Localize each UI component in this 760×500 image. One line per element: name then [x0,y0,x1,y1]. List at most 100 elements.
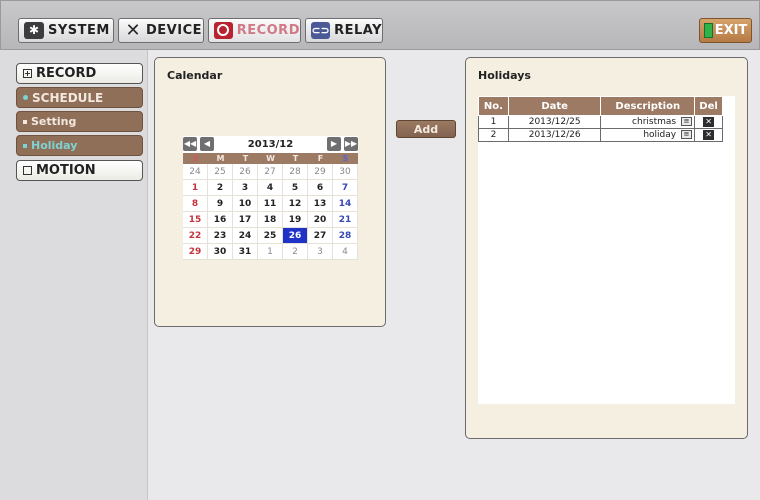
weekday-header: T [283,153,308,164]
calendar-day[interactable]: 30 [333,164,358,180]
holidays-table: No. Date Description Del 1 2013/12/25 ch… [478,96,723,142]
calendar-day[interactable]: 15 [183,212,208,228]
table-row[interactable]: 2 2013/12/26 holiday ≡ ✕ [478,128,723,142]
tab-system[interactable]: ✱ SYSTEM [18,18,114,43]
sidebar-item-holiday-label: Holiday [31,139,78,152]
calendar-header: ◀◀ ◀ 2013/12 ▶ ▶▶ [183,136,358,153]
sidebar-item-record[interactable]: + RECORD [16,63,143,84]
add-button[interactable]: Add [396,120,456,138]
calendar-widget: ◀◀ ◀ 2013/12 ▶ ▶▶ S M T W T F S 24 25 26 27 28 29 30 1… [183,136,358,260]
tab-relay-label: RELAY [334,23,382,38]
table-row[interactable]: 1 2013/12/25 christmas ≡ ✕ [478,115,723,129]
calendar-day[interactable]: 26 [233,164,258,180]
expand-icon: + [23,69,32,78]
calendar-day[interactable]: 29 [308,164,333,180]
next-month-icon[interactable]: ▶ [327,137,341,151]
row-description-cell[interactable]: christmas ≡ [600,115,696,129]
bullet-icon [23,143,27,148]
calendar-day[interactable]: 24 [233,228,258,244]
calendar-day[interactable]: 20 [308,212,333,228]
calendar-day[interactable]: 13 [308,196,333,212]
edit-icon[interactable]: ≡ [681,130,693,139]
calendar-day[interactable]: 22 [183,228,208,244]
delete-icon[interactable]: ✕ [703,130,715,140]
col-header-del: Del [694,96,723,116]
calendar-day[interactable]: 26 [283,228,308,244]
calendar-day[interactable]: 2 [283,244,308,260]
weekday-header: M [208,153,233,164]
calendar-day[interactable]: 14 [333,196,358,212]
calendar-day[interactable]: 29 [183,244,208,260]
calendar-day[interactable]: 28 [333,228,358,244]
holidays-panel: Holidays No. Date Description Del 1 2013… [465,57,748,439]
delete-icon[interactable]: ✕ [703,117,715,127]
holidays-title: Holidays [478,69,531,82]
calendar-day[interactable]: 7 [333,180,358,196]
tab-device-label: DEVICE [146,23,202,38]
calendar-day[interactable]: 24 [183,164,208,180]
sidebar-item-setting[interactable]: Setting [16,111,143,132]
calendar-day[interactable]: 19 [283,212,308,228]
sidebar-item-schedule[interactable]: SCHEDULE [16,87,143,108]
row-description: christmas [632,117,677,127]
calendar-day[interactable]: 11 [258,196,283,212]
bullet-icon [23,95,28,100]
calendar-day[interactable]: 9 [208,196,233,212]
row-del-cell[interactable]: ✕ [694,115,723,129]
calendar-day[interactable]: 28 [283,164,308,180]
calendar-day[interactable]: 27 [258,164,283,180]
calendar-day[interactable]: 25 [258,228,283,244]
calendar-day[interactable]: 4 [258,180,283,196]
calendar-day[interactable]: 8 [183,196,208,212]
sidebar-item-motion-label: MOTION [36,163,96,178]
row-description: holiday [643,130,677,140]
col-header-date: Date [507,96,602,116]
row-del-cell[interactable]: ✕ [694,128,723,142]
exit-door-icon [703,23,713,38]
calendar-day[interactable]: 1 [258,244,283,260]
tab-record[interactable]: RECORD [208,18,301,43]
row-description-cell[interactable]: holiday ≡ [600,128,696,142]
sidebar-item-holiday[interactable]: Holiday [16,135,143,156]
tab-system-label: SYSTEM [48,23,110,38]
next-year-icon[interactable]: ▶▶ [344,137,358,151]
top-menu-bar: ✱ SYSTEM ✕ DEVICE RECORD ⊂⊃ RELAY EXIT [0,0,760,50]
calendar-day[interactable]: 23 [208,228,233,244]
row-date: 2013/12/26 [507,128,602,142]
calendar-day[interactable]: 12 [283,196,308,212]
calendar-day[interactable]: 16 [208,212,233,228]
exit-label: EXIT [714,23,748,38]
col-header-description: Description [600,96,696,116]
add-button-label: Add [413,122,439,136]
calendar-day[interactable]: 31 [233,244,258,260]
calendar-day[interactable]: 6 [308,180,333,196]
calendar-day[interactable]: 5 [283,180,308,196]
gear-icon: ✱ [24,22,44,39]
calendar-panel: Calendar ◀◀ ◀ 2013/12 ▶ ▶▶ S M T W T F S 24 25 26… [154,57,386,327]
calendar-day[interactable]: 3 [308,244,333,260]
calendar-day[interactable]: 30 [208,244,233,260]
calendar-day[interactable]: 2 [208,180,233,196]
bullet-icon [23,119,27,124]
edit-icon[interactable]: ≡ [681,117,693,126]
tab-device[interactable]: ✕ DEVICE [118,18,204,43]
calendar-day[interactable]: 3 [233,180,258,196]
calendar-day[interactable]: 25 [208,164,233,180]
calendar-day[interactable]: 21 [333,212,358,228]
calendar-day[interactable]: 17 [233,212,258,228]
weekday-header: F [308,153,333,164]
record-icon [214,22,233,39]
sidebar-item-schedule-label: SCHEDULE [32,90,104,105]
holidays-list-area: No. Date Description Del 1 2013/12/25 ch… [478,96,735,404]
row-no: 1 [478,115,509,129]
calendar-day[interactable]: 1 [183,180,208,196]
calendar-day[interactable]: 27 [308,228,333,244]
calendar-day[interactable]: 4 [333,244,358,260]
tab-relay[interactable]: ⊂⊃ RELAY [305,18,383,43]
checkbox-icon [23,166,32,175]
calendar-day[interactable]: 18 [258,212,283,228]
sidebar-item-motion[interactable]: MOTION [16,160,143,181]
exit-button[interactable]: EXIT [699,18,752,43]
calendar-day[interactable]: 10 [233,196,258,212]
tab-record-label: RECORD [236,23,300,38]
